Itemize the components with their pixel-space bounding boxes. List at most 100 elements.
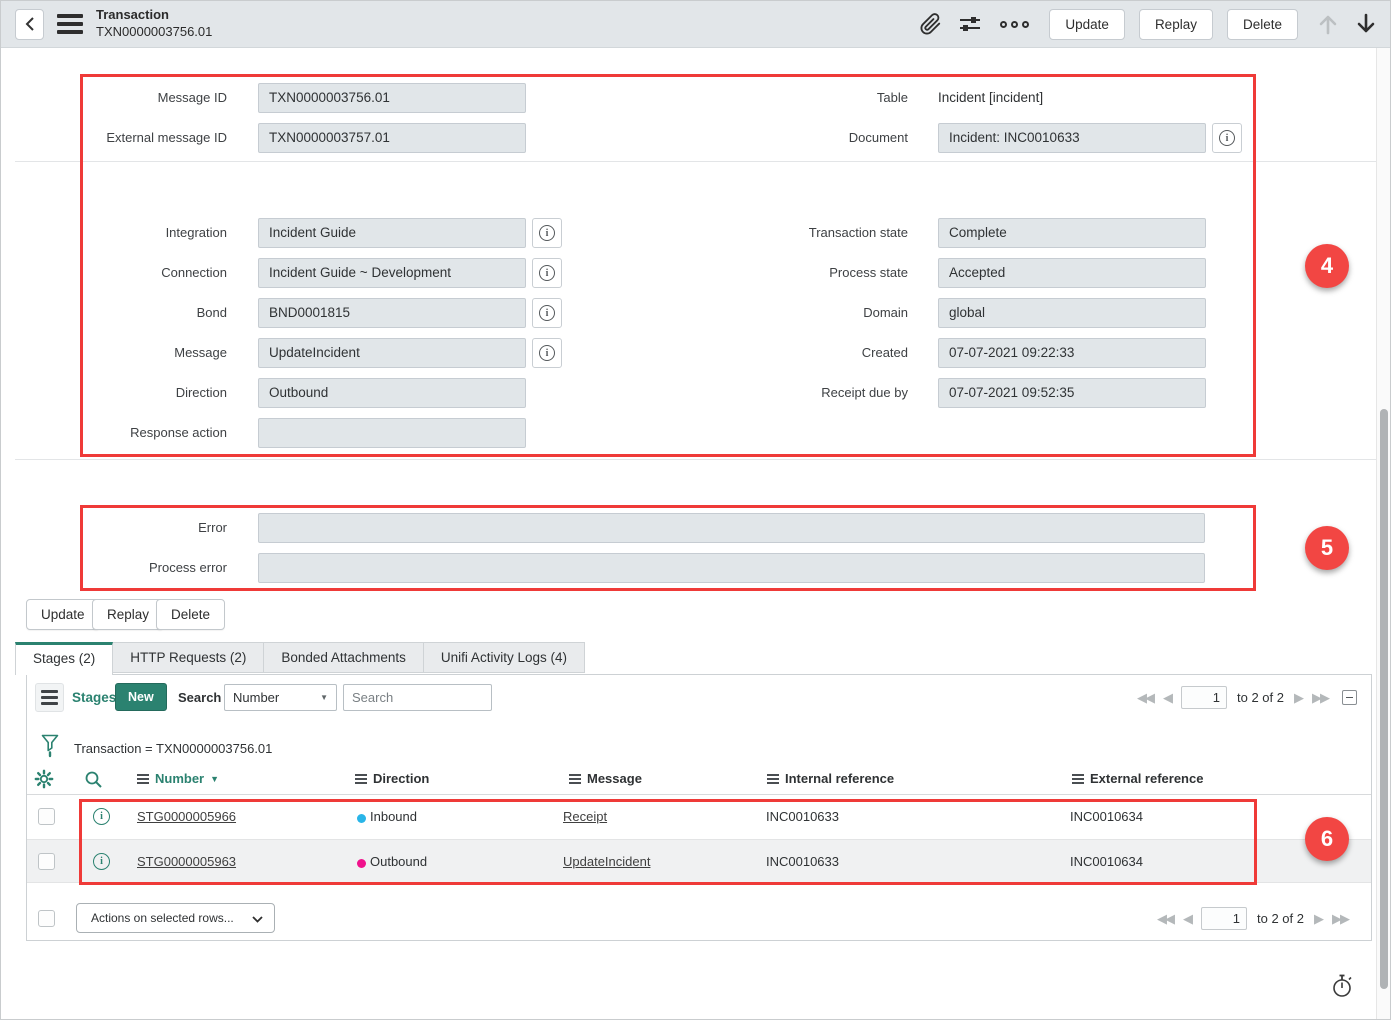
stage-number-link[interactable]: STG0000005966 xyxy=(137,809,236,824)
breadcrumb-filter[interactable]: Transaction = TXN0000003756.01 xyxy=(74,741,272,756)
back-button[interactable] xyxy=(15,9,44,40)
direction-dot-icon xyxy=(357,859,366,868)
info-icon: i xyxy=(539,305,555,321)
table-label: Table xyxy=(682,83,908,113)
delete-button[interactable]: Delete xyxy=(1227,9,1298,40)
next-page-icon[interactable]: ▶ xyxy=(1294,690,1302,706)
first-page-icon[interactable]: ◀◀ xyxy=(1137,690,1153,706)
transaction-state-field[interactable]: Complete xyxy=(938,218,1206,248)
receipt-due-by-label: Receipt due by xyxy=(682,378,908,408)
form-delete-button[interactable]: Delete xyxy=(156,599,225,630)
last-page-icon[interactable]: ▶▶ xyxy=(1312,690,1328,706)
previous-page-icon[interactable]: ◀ xyxy=(1163,690,1171,706)
sliders-icon[interactable] xyxy=(958,14,982,34)
message-link[interactable]: Receipt xyxy=(563,809,607,824)
scrollbar-thumb[interactable] xyxy=(1380,409,1388,989)
bond-field[interactable]: BND0001815 xyxy=(258,298,526,328)
column-header-external-reference[interactable]: External reference xyxy=(1072,771,1203,786)
column-menu-icon xyxy=(569,774,581,784)
column-header-label: Message xyxy=(587,771,642,786)
message-link[interactable]: UpdateIncident xyxy=(563,854,650,869)
column-header-internal-reference[interactable]: Internal reference xyxy=(767,771,894,786)
list-menu-icon[interactable] xyxy=(35,683,64,712)
direction-label: Direction xyxy=(1,378,227,408)
tab-bonded-attachments[interactable]: Bonded Attachments xyxy=(263,642,424,673)
external-message-id-label: External message ID xyxy=(1,123,227,153)
process-error-label: Process error xyxy=(1,553,227,583)
table-row: i STG0000005963 Outbound UpdateIncident … xyxy=(27,839,1371,883)
document-field[interactable]: Incident: INC0010633 xyxy=(938,123,1206,153)
form-replay-button[interactable]: Replay xyxy=(92,599,164,630)
search-icon[interactable] xyxy=(84,770,103,789)
page-number-input[interactable] xyxy=(1201,907,1247,930)
created-field[interactable]: 07-07-2021 09:22:33 xyxy=(938,338,1206,368)
paperclip-icon[interactable] xyxy=(920,13,942,35)
internal-reference-cell: INC0010633 xyxy=(766,854,839,869)
external-message-id-field[interactable]: TXN0000003757.01 xyxy=(258,123,526,153)
column-header-label: External reference xyxy=(1090,771,1203,786)
arrow-down-icon[interactable] xyxy=(1356,12,1376,36)
actions-select[interactable]: Actions on selected rows... xyxy=(76,903,275,933)
process-error-field[interactable] xyxy=(258,553,1205,583)
column-header-message[interactable]: Message xyxy=(569,771,642,786)
receipt-due-by-field[interactable]: 07-07-2021 09:52:35 xyxy=(938,378,1206,408)
row-info-icon[interactable]: i xyxy=(93,853,110,870)
response-time-icon[interactable] xyxy=(1330,973,1354,999)
message-id-field[interactable]: TXN0000003756.01 xyxy=(258,83,526,113)
arrow-up-icon[interactable] xyxy=(1318,12,1338,36)
tab-http-requests[interactable]: HTTP Requests (2) xyxy=(112,642,264,673)
row-info-icon[interactable]: i xyxy=(93,808,110,825)
page-number-input[interactable] xyxy=(1181,686,1227,709)
form-update-button[interactable]: Update xyxy=(26,599,100,630)
menu-icon[interactable] xyxy=(57,14,83,34)
process-state-field[interactable]: Accepted xyxy=(938,258,1206,288)
gear-icon[interactable] xyxy=(34,769,54,789)
search-input[interactable] xyxy=(343,684,492,711)
update-button[interactable]: Update xyxy=(1049,9,1125,40)
more-options-icon[interactable] xyxy=(1000,21,1029,28)
integration-info-button[interactable]: i xyxy=(532,218,562,248)
transaction-page: Transaction TXN0000003756.01 Update Repl… xyxy=(0,0,1391,1020)
error-field[interactable] xyxy=(258,513,1205,543)
response-action-field[interactable] xyxy=(258,418,526,448)
select-all-checkbox[interactable] xyxy=(38,910,55,927)
search-column-select[interactable]: Number ▼ xyxy=(224,684,337,711)
collapse-list-icon[interactable] xyxy=(1342,690,1357,705)
tab-stages[interactable]: Stages (2) xyxy=(15,642,113,675)
next-page-icon[interactable]: ▶ xyxy=(1314,911,1322,927)
connection-info-button[interactable]: i xyxy=(532,258,562,288)
annotation-badge-4: 4 xyxy=(1305,244,1349,288)
chevron-down-icon xyxy=(252,916,263,923)
previous-page-icon[interactable]: ◀ xyxy=(1183,911,1191,927)
section-divider xyxy=(15,459,1378,460)
chevron-down-icon: ▼ xyxy=(320,685,328,710)
row-checkbox[interactable] xyxy=(38,853,55,870)
last-page-icon[interactable]: ▶▶ xyxy=(1332,911,1348,927)
tab-unifi-activity-logs[interactable]: Unifi Activity Logs (4) xyxy=(423,642,585,673)
process-state-label: Process state xyxy=(682,258,908,288)
top-bar: Transaction TXN0000003756.01 Update Repl… xyxy=(1,1,1390,48)
first-page-icon[interactable]: ◀◀ xyxy=(1157,911,1173,927)
domain-field[interactable]: global xyxy=(938,298,1206,328)
stage-number-link[interactable]: STG0000005963 xyxy=(137,854,236,869)
document-info-button[interactable]: i xyxy=(1212,123,1242,153)
bond-info-button[interactable]: i xyxy=(532,298,562,328)
message-field[interactable]: UpdateIncident xyxy=(258,338,526,368)
filter-funnel-icon[interactable] xyxy=(41,734,59,758)
column-header-label: Number xyxy=(155,771,204,786)
column-header-label: Internal reference xyxy=(785,771,894,786)
page-title: Transaction TXN0000003756.01 xyxy=(96,7,212,41)
new-button[interactable]: New xyxy=(115,683,167,711)
direction-field[interactable]: Outbound xyxy=(258,378,526,408)
replay-button[interactable]: Replay xyxy=(1139,9,1213,40)
stages-list-panel: Stages New Search Number ▼ ◀◀ ◀ to 2 of … xyxy=(26,674,1372,941)
annotation-badge-5: 5 xyxy=(1305,526,1349,570)
message-info-button[interactable]: i xyxy=(532,338,562,368)
section-divider xyxy=(15,161,1378,162)
integration-field[interactable]: Incident Guide xyxy=(258,218,526,248)
connection-field[interactable]: Incident Guide ~ Development xyxy=(258,258,526,288)
column-header-number[interactable]: Number ▼ xyxy=(137,771,219,786)
row-checkbox[interactable] xyxy=(38,808,55,825)
column-header-direction[interactable]: Direction xyxy=(355,771,429,786)
actions-select-value: Actions on selected rows... xyxy=(91,911,234,925)
